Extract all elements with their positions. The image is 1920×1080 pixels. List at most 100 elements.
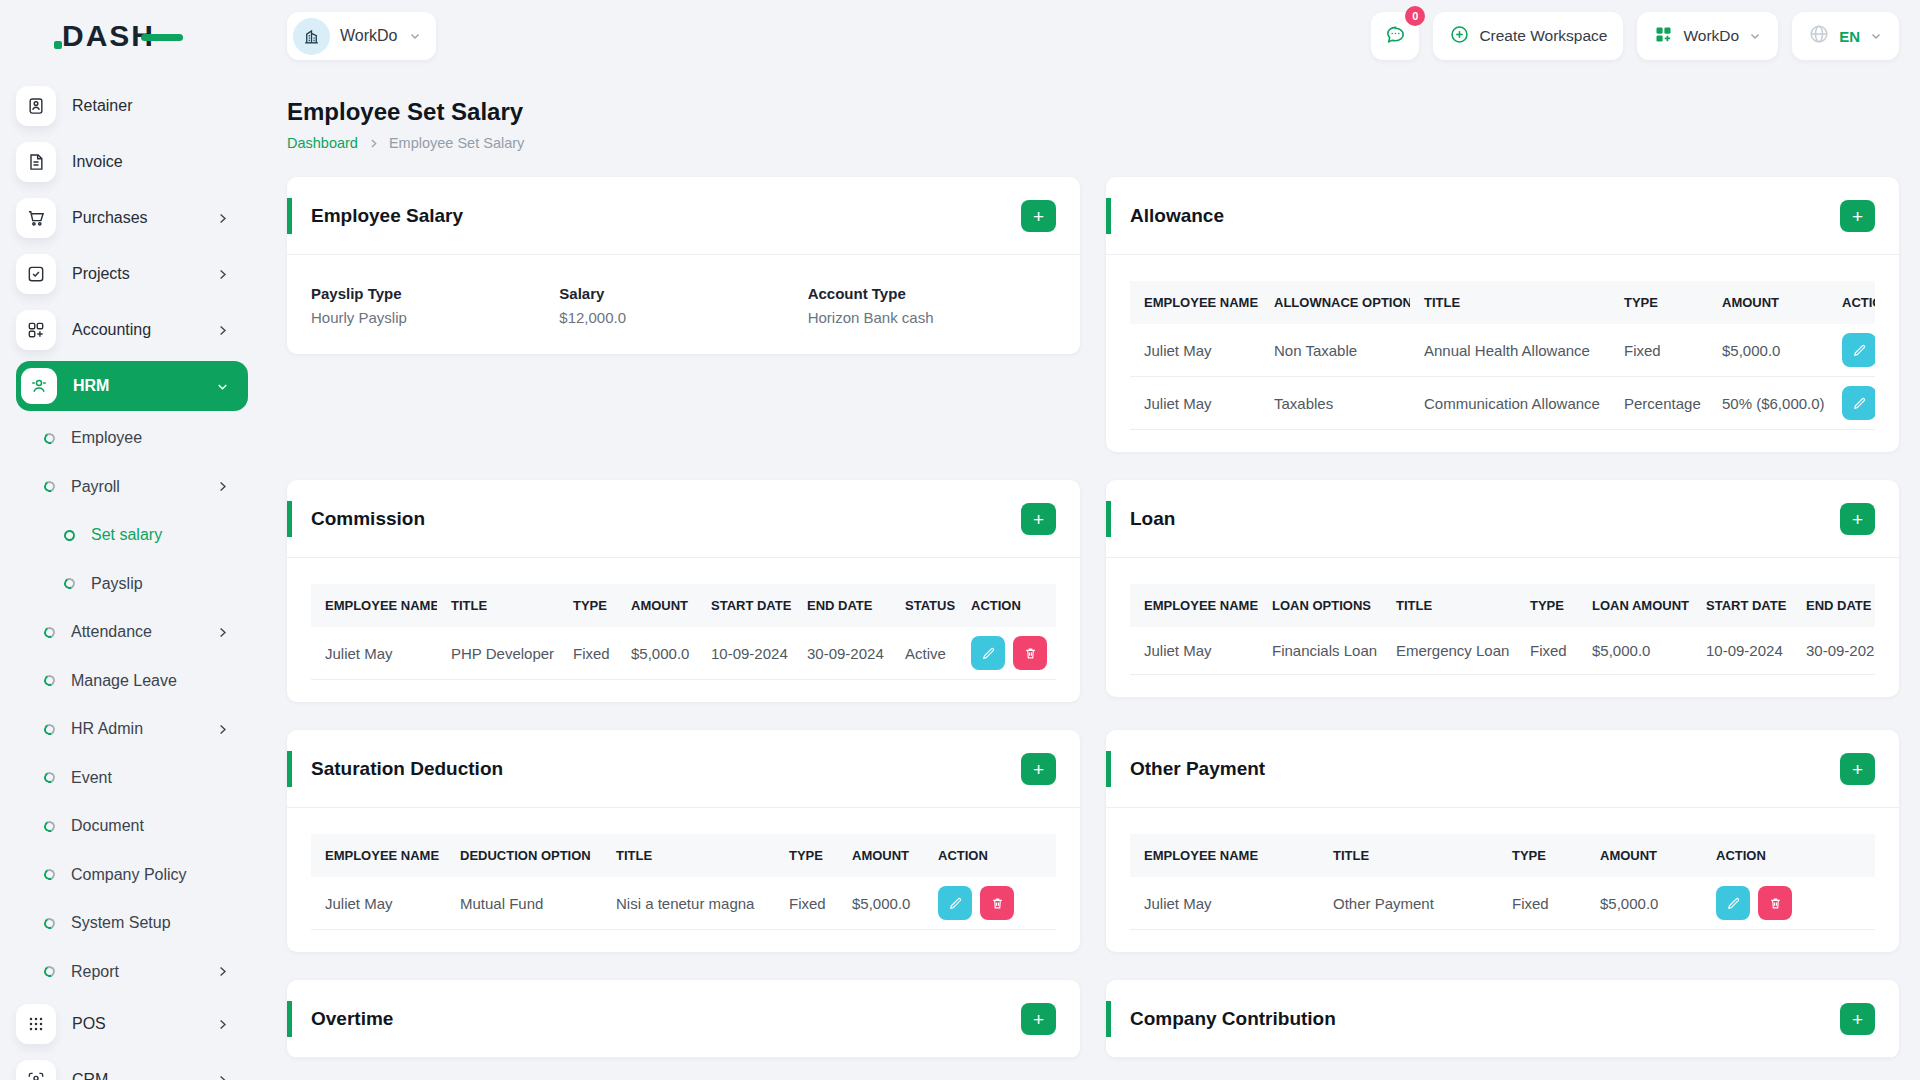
crm-icon [16, 1060, 56, 1080]
card-header: Employee Salary+ [287, 177, 1080, 255]
add-other-payment-button[interactable]: + [1840, 753, 1875, 785]
field-value: Hourly Payslip [311, 309, 559, 326]
language-button[interactable]: EN [1792, 12, 1899, 60]
main-content: Employee Set Salary Dashboard Employee S… [287, 72, 1899, 1058]
breadcrumb-dashboard-link[interactable]: Dashboard [287, 135, 358, 151]
sidebar: DASH Retainer InvoicePurchasesProjectsAcc… [0, 0, 258, 1080]
column-header: ACTION [924, 834, 1056, 877]
edit-button[interactable] [1842, 386, 1875, 420]
chat-button[interactable]: 0 [1371, 12, 1419, 60]
chevron-right-icon [215, 625, 230, 640]
sidebar-item-hrm[interactable]: HRM [16, 361, 248, 411]
sidebar-item-payslip[interactable]: Payslip [16, 560, 248, 609]
add-allowance-button[interactable]: + [1840, 200, 1875, 232]
table-cell: Fixed [1610, 324, 1708, 377]
add-loan-button[interactable]: + [1840, 503, 1875, 535]
table-row: Juliet MayFinancials LoanEmergency LoanF… [1130, 627, 1875, 675]
sidebar-item-label: Retainer [72, 97, 132, 115]
field-value: $12,000.0 [559, 309, 807, 326]
add-saturation-deduction-button[interactable]: + [1021, 753, 1056, 785]
table-cell: Mutual Fund [446, 877, 602, 930]
sidebar-item-report[interactable]: Report [16, 948, 248, 997]
sidebar-item-projects[interactable]: Projects [16, 246, 248, 302]
breadcrumb-current: Employee Set Salary [389, 135, 524, 151]
fields-row: Payslip Type Hourly PayslipSalary $12,000.… [287, 255, 1080, 354]
sidebar-item-payroll[interactable]: Payroll [16, 463, 248, 512]
field-label: Salary [559, 285, 807, 302]
add-overtime-button[interactable]: + [1021, 1003, 1056, 1035]
table-cell: Emergency Loan [1382, 627, 1516, 675]
add-employee-salary-button[interactable]: + [1021, 200, 1056, 232]
sidebar-item-document[interactable]: Document [16, 802, 248, 851]
table-container: EMPLOYEE NAMETITLETYPEAMOUNTSTART DATEEN… [311, 584, 1056, 680]
sidebar-item-purchases[interactable]: Purchases [16, 190, 248, 246]
column-header: STATUS [891, 584, 957, 627]
chevron-right-icon [215, 211, 230, 226]
sidebar-item-label: Manage Leave [71, 672, 177, 690]
table-container: EMPLOYEE NAMELOAN OPTIONSTITLETYPELOAN A… [1130, 584, 1875, 675]
edit-button[interactable] [971, 636, 1005, 670]
chevron-right-icon [215, 479, 230, 494]
delete-button[interactable] [1758, 886, 1792, 920]
card-title: Saturation Deduction [311, 758, 503, 780]
edit-button[interactable] [1842, 333, 1875, 367]
add-commission-button[interactable]: + [1021, 503, 1056, 535]
sidebar-item-hr-admin[interactable]: HR Admin [16, 705, 248, 754]
table-row: Juliet MayMutual FundNisi a tenetur magn… [311, 877, 1056, 930]
table-row: Juliet MayNon TaxableAnnual Health Allow… [1130, 324, 1875, 377]
sidebar-item-crm[interactable]: CRM [16, 1052, 248, 1080]
sidebar-item-accounting[interactable]: Accounting [16, 302, 248, 358]
account-menu-button[interactable]: WorkDo [1637, 12, 1778, 60]
create-workspace-label: Create Workspace [1479, 27, 1607, 45]
submenu-bullet-icon [42, 431, 56, 445]
sidebar-item-label: Payslip [91, 575, 143, 593]
table-cell: 30-09-2024 [1792, 627, 1875, 675]
card-allowance: Allowance+EMPLOYEE NAMEALLOWNACE OPTIONT… [1106, 177, 1899, 452]
sidebar-item-pos[interactable]: POS [16, 996, 248, 1052]
workspace-selector[interactable]: WorkDo [287, 12, 436, 60]
sidebar-item-invoice[interactable]: Invoice [16, 134, 248, 190]
table-cell: Percentage [1610, 377, 1708, 430]
delete-button[interactable] [980, 886, 1014, 920]
card-title: Commission [311, 508, 425, 530]
table-cell: $5,000.0 [1708, 324, 1828, 377]
projects-icon [16, 254, 56, 294]
sidebar-item-set-salary[interactable]: Set salary [16, 511, 248, 560]
sidebar-item-attendance[interactable]: Attendance [16, 608, 248, 657]
retainer-icon [16, 86, 56, 126]
edit-button[interactable] [938, 886, 972, 920]
sidebar-item-system-setup[interactable]: System Setup [16, 899, 248, 948]
topbar-actions: 0 Create Workspace WorkDo EN [1371, 12, 1899, 60]
create-workspace-button[interactable]: Create Workspace [1433, 12, 1623, 60]
card-header: Other Payment+ [1106, 730, 1899, 808]
column-header: DEDUCTION OPTION [446, 834, 602, 877]
edit-button[interactable] [1716, 886, 1750, 920]
sidebar-item-company-policy[interactable]: Company Policy [16, 851, 248, 900]
sidebar-item-employee[interactable]: Employee [16, 414, 248, 463]
column-header: LOAN AMOUNT [1578, 584, 1692, 627]
add-company-contribution-button[interactable]: + [1840, 1003, 1875, 1035]
field-account-type: Account TypeHorizon Bank cash [808, 285, 1056, 326]
submenu-bullet-icon [42, 916, 56, 930]
sidebar-item-manage-leave[interactable]: Manage Leave [16, 657, 248, 706]
field-salary: Salary $12,000.0 [559, 285, 807, 326]
table-row: Juliet MayTaxablesCommunication Allowanc… [1130, 377, 1875, 430]
workspace-avatar [293, 18, 330, 55]
column-header: EMPLOYEE NAME [311, 584, 437, 627]
column-header: TYPE [1498, 834, 1586, 877]
sidebar-item-label: POS [72, 1015, 106, 1033]
saturation-deduction-table: EMPLOYEE NAMEDEDUCTION OPTIONTITLETYPEAM… [311, 834, 1056, 930]
column-header: TYPE [559, 584, 617, 627]
sidebar-item-retainer[interactable]: Retainer [16, 78, 248, 134]
table-cell: 10-09-2024 [697, 627, 793, 680]
table-actions-cell [1702, 877, 1875, 930]
table-cell: Juliet May [1130, 877, 1319, 930]
field-label: Payslip Type [311, 285, 559, 302]
sidebar-item-event[interactable]: Event [16, 754, 248, 803]
sidebar-item-label: Set salary [91, 526, 162, 544]
table-actions-cell [1828, 377, 1875, 430]
card-employee-salary: Employee Salary+ Payslip Type Hourly Paysl… [287, 177, 1080, 354]
delete-button[interactable] [1013, 636, 1047, 670]
brand-logo[interactable]: DASH [16, 0, 248, 72]
table-cell: Taxables [1260, 377, 1410, 430]
